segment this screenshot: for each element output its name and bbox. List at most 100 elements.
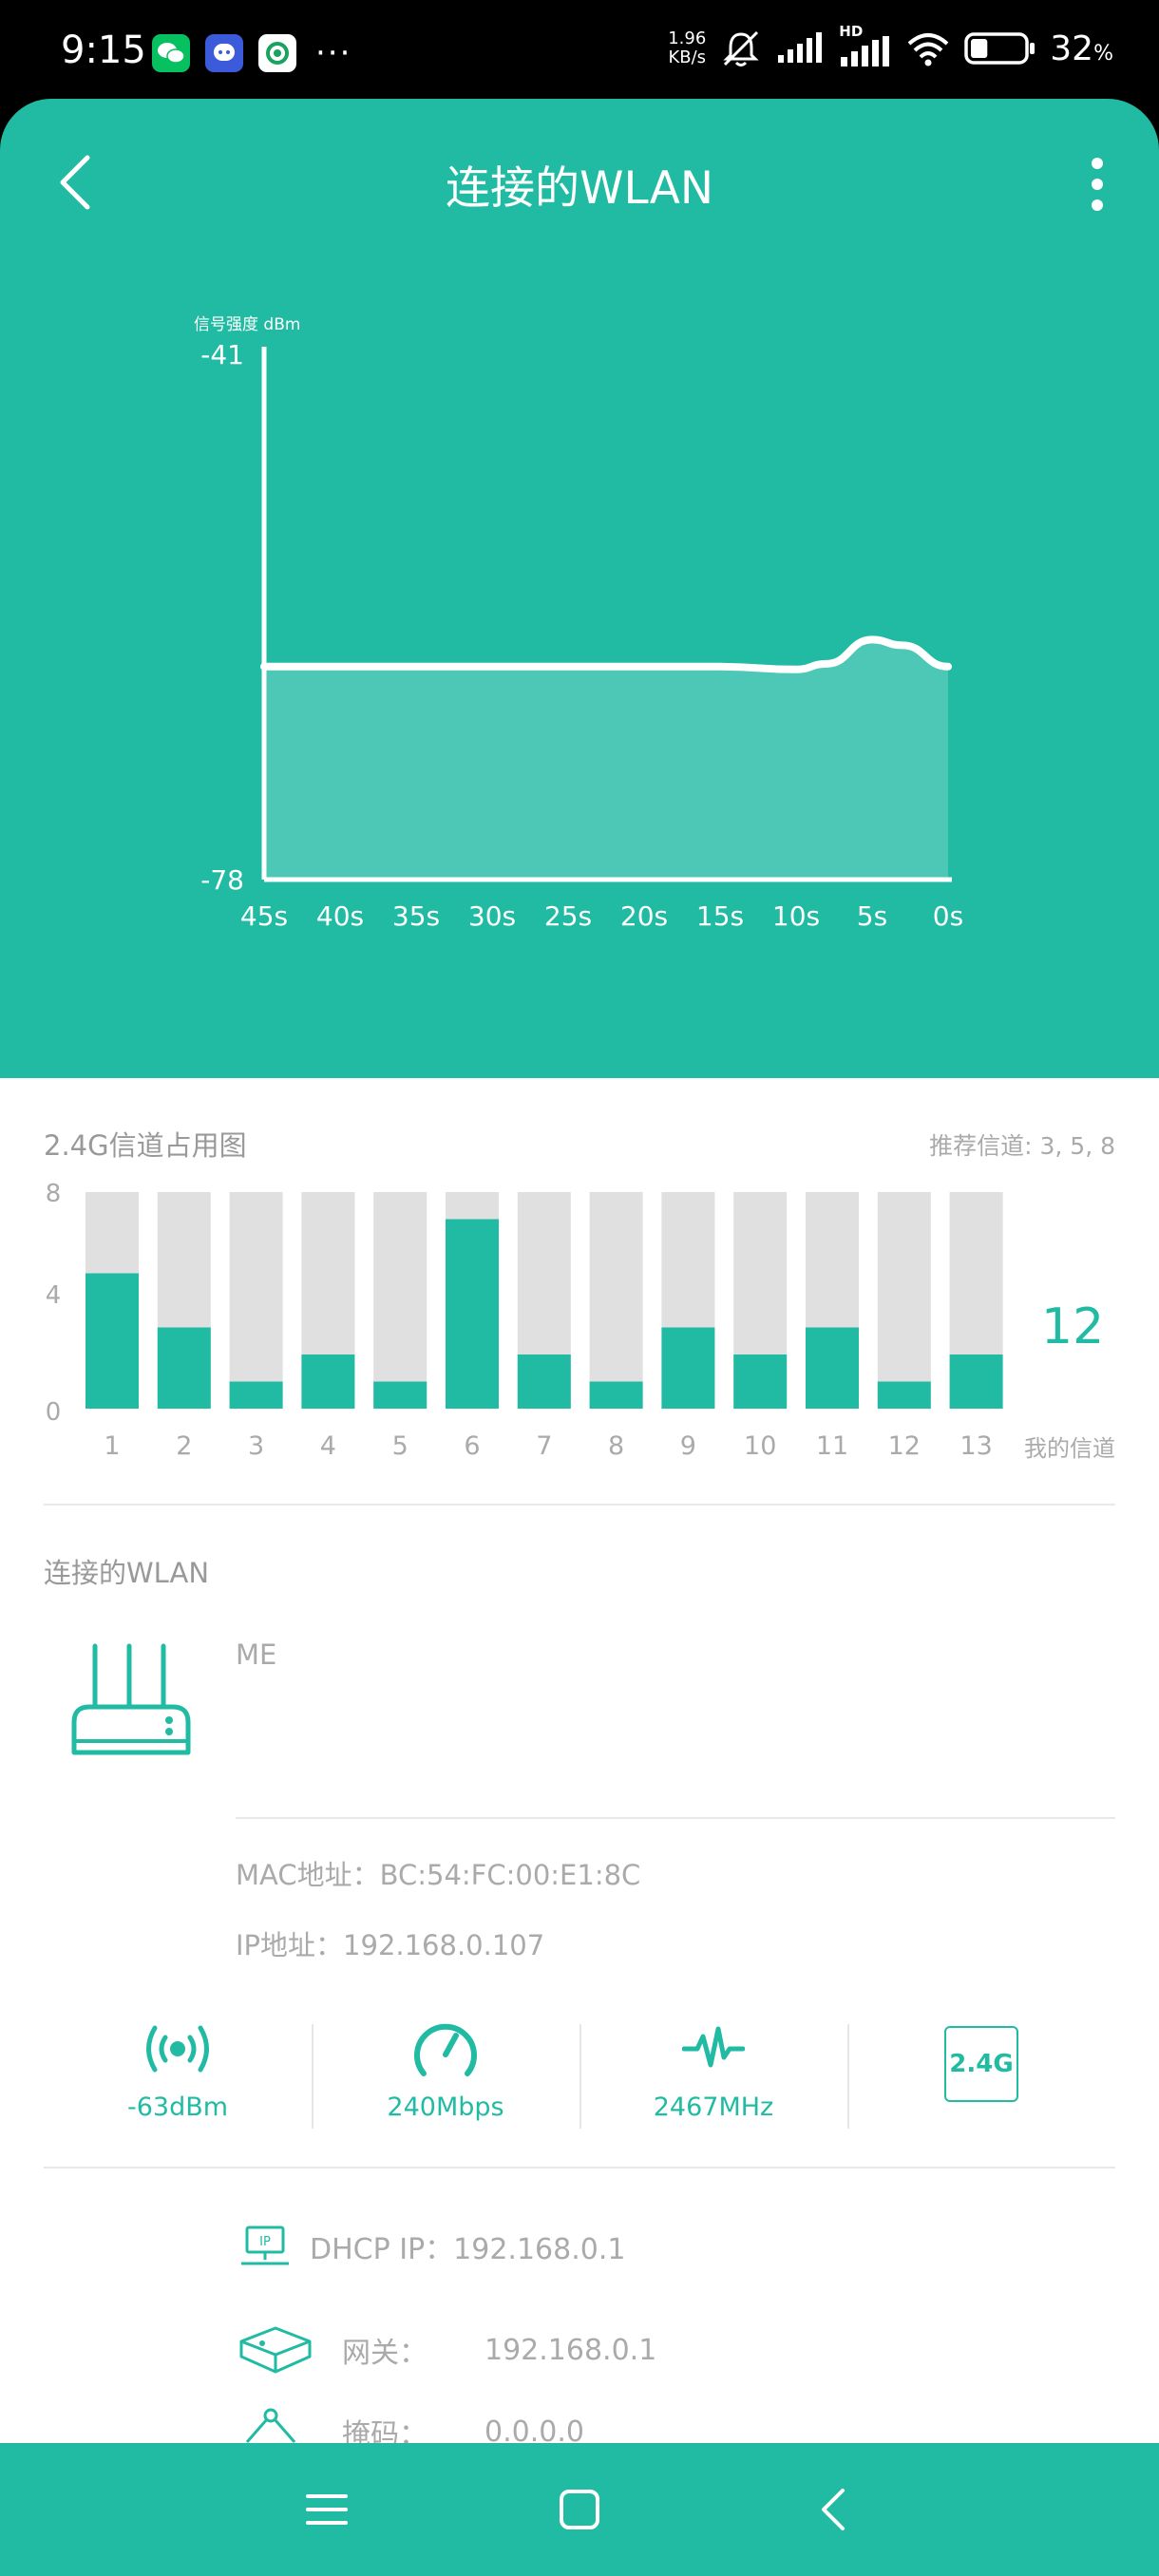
mute-icon — [723, 30, 759, 66]
signal-panel: 连接的WLAN 信号强度 dBm -41 -78 45s 40s 35s 30s 25s 20s… — [0, 99, 1159, 1079]
signal-area-fill — [264, 639, 948, 880]
x-tick-label: 30s — [468, 900, 516, 932]
status-indicators: 1.96 KB/s HD 32% — [668, 23, 1113, 68]
divider — [44, 1504, 1115, 1506]
mac-address: MAC地址：BC:54:FC:00:E1:8C — [236, 1859, 641, 1891]
channel-bar — [157, 1327, 211, 1409]
details-panel: 2.4G信道占用图 推荐信道: 3, 5, 8 8 4 0 1 2 3 4 5 6 7 8 9 10 11… — [0, 1078, 1159, 2452]
channel-bar-capacity — [229, 1192, 283, 1409]
gateway-box-icon — [239, 2326, 312, 2374]
system-nav-bar — [0, 2443, 1159, 2576]
sync-app-icon — [258, 34, 296, 72]
channel-label: 13 — [960, 1431, 992, 1461]
channel-bar — [446, 1219, 499, 1409]
channel-label: 12 — [888, 1431, 921, 1461]
status-time: 9:15 — [61, 28, 146, 72]
dhcp-ip: DHCP IP：192.168.0.1 — [310, 2233, 626, 2266]
signal-broadcast-icon — [146, 2025, 209, 2073]
channel-bar — [806, 1327, 859, 1409]
y-tick-label: -41 — [200, 339, 244, 370]
x-tick-label: 25s — [544, 900, 592, 932]
x-tick-label: 10s — [772, 900, 820, 932]
channel-bar-capacity — [589, 1192, 643, 1409]
speedometer-icon — [414, 2023, 477, 2076]
home-nav-icon[interactable] — [551, 2481, 608, 2538]
qq-channel-icon — [205, 34, 243, 72]
channel-occupancy-chart: 8401 2 3 4 5 6 7 8 9 10 11 12 13 — [46, 1180, 1003, 1461]
channel-bar — [517, 1354, 571, 1409]
channel-bar — [301, 1354, 355, 1409]
cellular-signal-icon — [778, 32, 823, 63]
channel-bar — [86, 1273, 139, 1409]
link-speed-value: 240Mbps — [387, 2093, 504, 2122]
channel-label: 9 — [680, 1431, 696, 1461]
monitor-ip-icon: IP — [241, 2226, 289, 2265]
channel-label: 11 — [816, 1431, 848, 1461]
y-tick-label: 4 — [46, 1281, 62, 1310]
battery-percent: 32% — [1050, 28, 1113, 68]
stat-frequency: 2467MHz — [580, 1999, 847, 2161]
band-badge: 2.4G — [944, 2026, 1018, 2102]
connection-stats: -63dBm 240Mbps 2467MHz 2.4G — [44, 1999, 1115, 2161]
y-tick-label: 8 — [46, 1180, 62, 1208]
channel-label: 2 — [176, 1431, 192, 1461]
channel-label: 4 — [320, 1431, 336, 1461]
frequency-value: 2467MHz — [653, 2093, 774, 2122]
my-channel-number: 12 — [1041, 1298, 1105, 1355]
signal-strength-value: -63dBm — [126, 2093, 229, 2122]
x-tick-label: 5s — [857, 900, 887, 932]
wlan-section-title: 连接的WLAN — [44, 1557, 210, 1589]
channel-bar — [877, 1381, 931, 1409]
x-tick-label: 20s — [620, 900, 668, 932]
wechat-icon — [152, 34, 190, 72]
stat-band: 2.4G — [847, 1999, 1115, 2161]
channel-bar — [589, 1381, 643, 1409]
more-notifications-icon: ··· — [315, 34, 352, 72]
y-tick-label: -78 — [200, 864, 244, 896]
svg-text:IP: IP — [259, 2235, 271, 2249]
net-speed: 1.96 KB/s — [668, 28, 707, 67]
y-axis-label: 信号强度 dBm — [194, 315, 300, 334]
battery-icon — [964, 32, 1036, 65]
menu-nav-icon[interactable] — [298, 2481, 355, 2538]
signal-strength-chart: 信号强度 dBm -41 -78 45s 40s 35s 30s 25s 20s 15s 10s 5s… — [194, 315, 963, 932]
x-tick-label: 0s — [933, 900, 963, 932]
channel-label: 3 — [248, 1431, 264, 1461]
x-tick-label: 40s — [316, 900, 364, 932]
channel-bar — [949, 1354, 1003, 1409]
channel-bar — [661, 1327, 715, 1409]
channel-label: 7 — [536, 1431, 552, 1461]
channel-bar-capacity — [373, 1192, 428, 1409]
x-tick-label: 35s — [392, 900, 440, 932]
x-tick-label: 15s — [696, 900, 744, 932]
frequency-wave-icon — [682, 2026, 745, 2068]
stat-signal: -63dBm — [44, 1999, 312, 2161]
channel-bar — [229, 1381, 283, 1409]
gateway-row: 网关： 192.168.0.1 — [238, 2322, 656, 2377]
dhcp-row: IP DHCP IP：192.168.0.1 — [238, 2226, 625, 2267]
notification-icons: ··· — [152, 34, 352, 72]
channel-bar — [373, 1381, 428, 1409]
wifi-icon — [907, 33, 949, 66]
y-tick-label: 0 — [46, 1398, 62, 1427]
x-tick-label: 45s — [240, 900, 288, 932]
channel-label: 6 — [464, 1431, 480, 1461]
divider — [44, 2167, 1115, 2169]
cellular-hd-signal-icon: HD — [839, 23, 892, 68]
gateway-label: 网关： — [342, 2337, 428, 2370]
my-channel-label: 我的信道 — [1024, 1435, 1115, 1462]
channel-label: 10 — [744, 1431, 776, 1461]
ip-address: IP地址：192.168.0.107 — [236, 1929, 545, 1961]
divider — [236, 1817, 1115, 1819]
wlan-ssid: ME — [236, 1638, 277, 1671]
channel-bar-capacity — [877, 1192, 931, 1409]
channel-label: 1 — [104, 1431, 120, 1461]
status-bar: 9:15 ··· 1.96 KB/s HD 32% — [0, 0, 1159, 104]
channel-bar — [733, 1354, 788, 1409]
gateway-value: 192.168.0.1 — [484, 2333, 657, 2367]
channel-label: 5 — [392, 1431, 408, 1461]
stat-speed: 240Mbps — [312, 1999, 580, 2161]
router-icon — [71, 1643, 191, 1755]
back-nav-icon[interactable] — [804, 2481, 861, 2538]
channel-label: 8 — [608, 1431, 624, 1461]
